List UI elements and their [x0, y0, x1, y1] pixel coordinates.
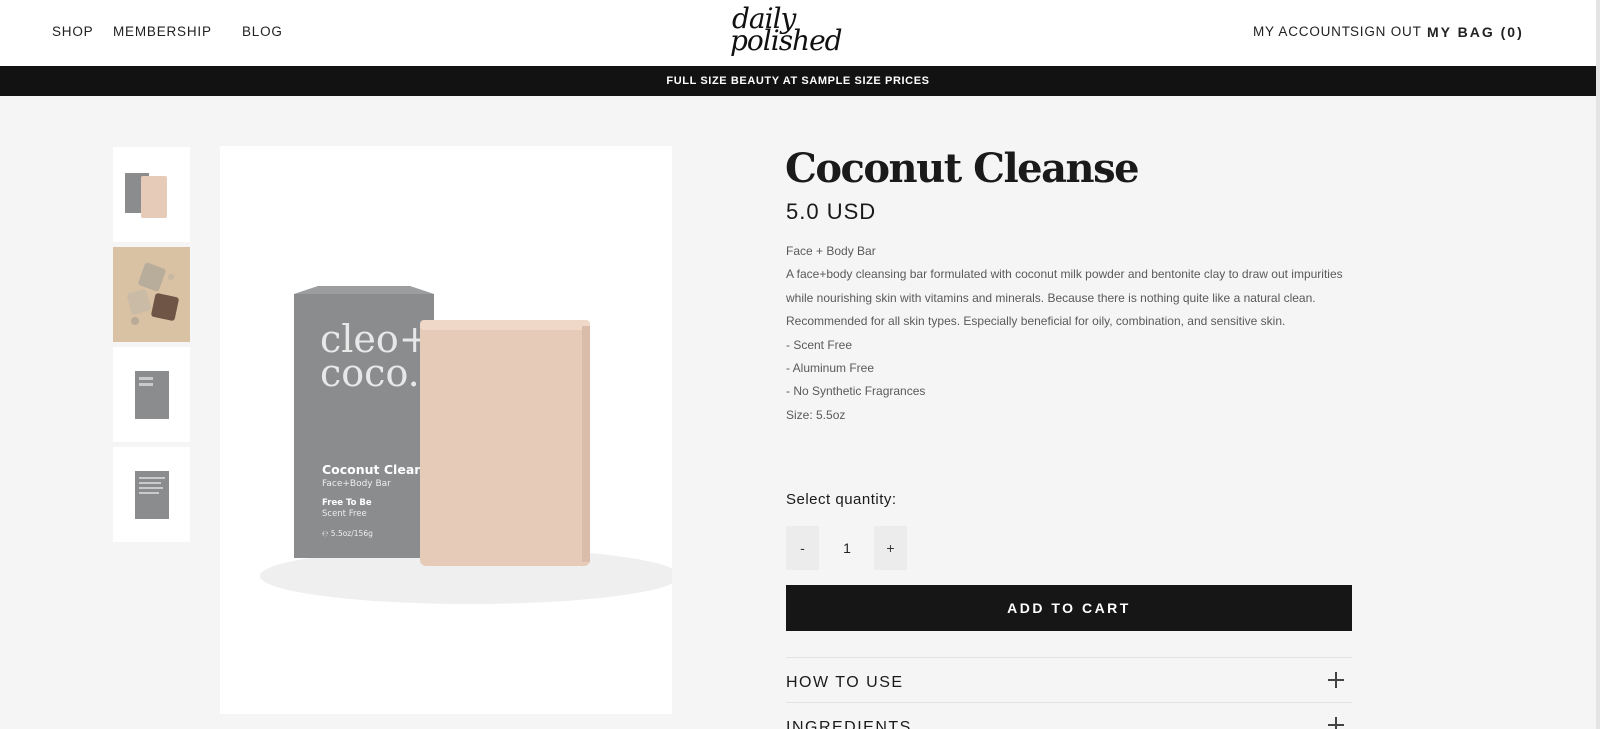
box-claim-1: Free To Be: [322, 498, 372, 508]
plus-icon: [1328, 672, 1344, 688]
top-navigation: SHOP MEMBERSHIP BLOG daily polished MY A…: [0, 0, 1596, 66]
description-line: Size: 5.5oz: [786, 407, 846, 422]
thumbnail-2[interactable]: [113, 247, 190, 342]
sign-out-link[interactable]: SIGN OUT: [1350, 24, 1422, 39]
main-product-image: cleo+ coco. Coconut Cleans Face+Body Bar…: [220, 146, 672, 714]
quantity-input[interactable]: [825, 526, 869, 570]
logo-text-polished: polished: [730, 24, 843, 57]
plus-icon: [1328, 717, 1344, 729]
add-to-cart-button[interactable]: ADD TO CART: [786, 585, 1352, 631]
product-title: Coconut Cleanse: [785, 145, 1140, 192]
description-line: Recommended for all skin types. Especial…: [786, 314, 1286, 329]
soap-box-and-bar-illustration: cleo+ coco. Coconut Cleans Face+Body Bar…: [260, 286, 672, 604]
accordion-how-to-use[interactable]: HOW TO USE: [786, 657, 1352, 701]
page-scrollbar[interactable]: [1596, 0, 1600, 729]
accordion-how-to-use-label: HOW TO USE: [786, 674, 904, 691]
thumbnail-box-front-image: [135, 371, 169, 419]
box-brand-line2: coco.: [320, 351, 420, 395]
my-bag-link[interactable]: MY BAG (0): [1427, 24, 1524, 40]
description-line: - No Synthetic Fragrances: [786, 384, 926, 399]
promo-banner: FULL SIZE BEAUTY AT SAMPLE SIZE PRICES: [0, 66, 1596, 96]
accordion-ingredients[interactable]: INGREDIENTS: [786, 702, 1352, 729]
box-claim-2: Scent Free: [322, 509, 367, 519]
quantity-label: Select quantity:: [786, 491, 897, 508]
thumbnail-box-back-image: [135, 471, 169, 519]
box-weight: ℮ 5.5oz/156g: [322, 529, 373, 538]
nav-blog-link[interactable]: BLOG: [242, 24, 283, 39]
box-product-type: Face+Body Bar: [322, 479, 391, 489]
thumbnail-4[interactable]: [113, 447, 190, 542]
nav-membership-link[interactable]: MEMBERSHIP: [113, 24, 212, 39]
site-logo[interactable]: daily polished: [728, 2, 843, 58]
thumbnail-box-and-bar-image: [125, 173, 167, 218]
thumbnail-soap-pieces-image: [127, 262, 179, 325]
quantity-increase-button[interactable]: +: [874, 526, 907, 570]
my-account-link[interactable]: MY ACCOUNT: [1253, 24, 1351, 39]
accordion-ingredients-label: INGREDIENTS: [786, 719, 912, 729]
product-price: 5.0 USD: [786, 199, 877, 224]
thumbnail-1[interactable]: [113, 147, 190, 242]
quantity-decrease-button[interactable]: -: [786, 526, 819, 570]
product-description: Face + Body Bar A face+body cleansing ba…: [786, 240, 1356, 427]
description-line: - Scent Free: [786, 337, 853, 352]
description-line: Face + Body Bar: [786, 244, 876, 258]
description-line: - Aluminum Free: [786, 361, 875, 376]
description-paragraph: A face+body cleansing bar formulated wit…: [786, 267, 1343, 305]
thumbnail-3[interactable]: [113, 347, 190, 442]
nav-shop-link[interactable]: SHOP: [52, 24, 93, 39]
box-product-name: Coconut Cleans: [322, 462, 431, 477]
